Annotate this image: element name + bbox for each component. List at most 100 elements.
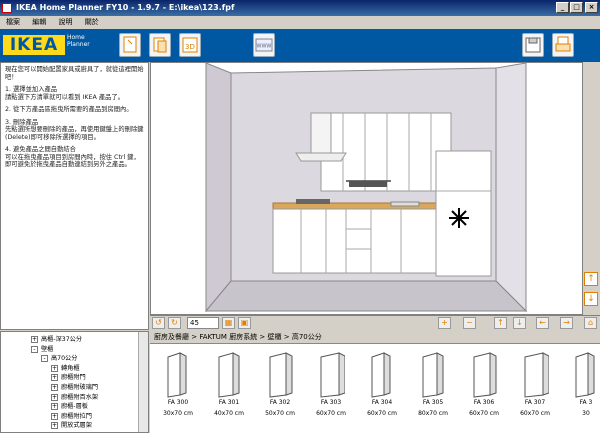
pan-down-arrow-icon[interactable]: ↓ bbox=[584, 292, 598, 306]
tree-item-label: 廚櫃附百水架 bbox=[61, 393, 99, 401]
expand-icon[interactable]: + bbox=[51, 403, 58, 411]
instructions-step-1: 1. 選擇並加入產品 請點選下方清單就可以看到 IKEA 產品了。 bbox=[5, 86, 125, 101]
floor bbox=[204, 280, 528, 312]
cooktop bbox=[296, 199, 330, 204]
product-catalog: FA 300 30x70 cm FA 301 40x70 cm FA 302 50x70 … bbox=[150, 344, 600, 433]
print-icon[interactable] bbox=[552, 33, 574, 57]
new-doc-glyph bbox=[123, 36, 137, 53]
close-button[interactable]: × bbox=[585, 2, 598, 13]
app-icon bbox=[2, 3, 12, 13]
product-item[interactable]: FA 301 40x70 cm bbox=[205, 347, 253, 433]
product-item[interactable]: FA 300 30x70 cm bbox=[154, 347, 202, 433]
product-item[interactable]: FA 307 60x70 cm bbox=[511, 347, 559, 433]
open-document-icon[interactable] bbox=[149, 33, 171, 57]
grid-icon[interactable]: ▦ bbox=[222, 317, 235, 329]
cabinet-thumbnail-icon bbox=[575, 352, 595, 398]
product-item[interactable]: FA 305 80x70 cm bbox=[409, 347, 457, 433]
home-icon[interactable]: ⌂ bbox=[584, 317, 597, 329]
expand-icon[interactable]: + bbox=[51, 374, 58, 382]
cabinet-thumbnail-icon bbox=[422, 352, 444, 398]
print-glyph bbox=[555, 36, 571, 52]
new-document-icon[interactable] bbox=[119, 33, 141, 57]
instructions-step-3: 3. 刪除產品 先點選所想要刪除的產品，再使用鍵盤上的刪除鍵(Delete)即可… bbox=[5, 118, 144, 141]
cabinet-thumbnail-icon bbox=[167, 352, 187, 398]
svg-text:WWW: WWW bbox=[257, 44, 272, 50]
kitchen-scene bbox=[204, 63, 528, 313]
product-name: FA 301 bbox=[218, 399, 240, 406]
instructions-panel: 現在您可以開始配置家具或廚具了，就從這裡開始吧！ 1. 選擇並加入產品 請點選下… bbox=[0, 62, 149, 330]
minimize-button[interactable]: _ bbox=[556, 2, 569, 13]
cabinet-thumbnail-icon bbox=[371, 352, 391, 398]
menu-bar: 檔案 編輯 說明 關於 bbox=[0, 16, 600, 29]
product-name: FA 303 bbox=[320, 399, 342, 406]
svg-text:3D: 3D bbox=[185, 43, 195, 51]
rotate-left-icon[interactable]: ↺ bbox=[152, 317, 165, 329]
expand-icon[interactable]: + bbox=[51, 393, 58, 401]
move-down-icon[interactable]: ↓ bbox=[513, 317, 526, 329]
save-glyph bbox=[525, 37, 541, 53]
web-button[interactable]: WWW bbox=[253, 33, 275, 57]
move-right-icon[interactable]: → bbox=[560, 317, 573, 329]
collapse-icon[interactable]: - bbox=[41, 355, 48, 363]
product-item[interactable]: FA 3 30 bbox=[562, 347, 600, 433]
product-name: FA 300 bbox=[167, 399, 189, 406]
product-item[interactable]: FA 302 50x70 cm bbox=[256, 347, 304, 433]
pan-up-arrow-icon[interactable]: ↑ bbox=[584, 272, 598, 286]
view-3d-button[interactable]: 3D bbox=[179, 33, 201, 57]
rotate-right-icon[interactable]: ↻ bbox=[168, 317, 181, 329]
cabinet-thumbnail-icon bbox=[320, 352, 345, 398]
sink bbox=[390, 201, 420, 207]
menu-about[interactable]: 關於 bbox=[85, 18, 99, 26]
zoom-in-icon[interactable]: + bbox=[438, 317, 451, 329]
product-name: FA 302 bbox=[269, 399, 291, 406]
cabinet-thumbnail-icon bbox=[524, 352, 549, 398]
ikea-logo: IKEA Home Planner bbox=[3, 33, 90, 57]
product-size: 60x70 cm bbox=[367, 410, 397, 417]
move-up-icon[interactable]: ↑ bbox=[494, 317, 507, 329]
scene-control-bar: ↺ ↻ ▦ ▣ + − ↑ ↓ ← → ⌂ bbox=[150, 315, 600, 330]
product-item[interactable]: FA 306 60x70 cm bbox=[460, 347, 508, 433]
product-item[interactable]: FA 303 60x70 cm bbox=[307, 347, 355, 433]
menu-help[interactable]: 說明 bbox=[58, 18, 72, 26]
expand-icon[interactable]: + bbox=[51, 364, 58, 372]
product-item[interactable]: FA 304 60x70 cm bbox=[358, 347, 406, 433]
zoom-input[interactable] bbox=[187, 317, 219, 329]
menu-edit[interactable]: 編輯 bbox=[32, 18, 46, 26]
window-title: IKEA Home Planner FY10 - 1.9.7 - E:\ikea… bbox=[16, 3, 235, 12]
instructions-intro: 現在您可以開始配置家具或廚具了，就從這裡開始吧！ bbox=[5, 66, 144, 81]
logo-text: IKEA bbox=[3, 35, 65, 55]
expand-icon[interactable]: + bbox=[51, 422, 58, 430]
tree-item-label: 廚櫃附拉門 bbox=[61, 412, 92, 420]
snowflake-icon bbox=[449, 208, 469, 228]
tree-item-label: 廚櫃-層板 bbox=[61, 403, 88, 411]
expand-icon[interactable]: + bbox=[51, 412, 58, 420]
range-hood bbox=[310, 112, 332, 154]
product-size: 50x70 cm bbox=[265, 410, 295, 417]
instructions-step-4: 4. 避免產品之間自動結合 可以在拖曳產品項目到房間內時，按住 Ctrl 鍵，即… bbox=[5, 146, 140, 168]
tree-item-label: 高櫃-深37公分 bbox=[41, 336, 83, 343]
expand-icon[interactable]: + bbox=[51, 384, 58, 391]
product-size: 60x70 cm bbox=[520, 410, 550, 417]
maximize-button[interactable]: □ bbox=[570, 2, 583, 13]
left-wall bbox=[205, 63, 232, 313]
expand-icon[interactable]: + bbox=[31, 336, 38, 343]
product-size: 30 bbox=[582, 410, 590, 417]
tree-scrollbar[interactable] bbox=[138, 332, 148, 432]
tree-item-label: 壁櫃 bbox=[41, 345, 54, 353]
logo-subtitle: Home Planner bbox=[67, 34, 90, 48]
view-icon[interactable]: ▣ bbox=[238, 317, 251, 329]
category-tree: + 高櫃-深37公分 - 壁櫃 - 高70公分 + 轉角櫃 + 廚櫃附門 + 廚櫃附玻璃門 + 廚櫃附百水… bbox=[0, 331, 149, 433]
tree-item-label: 轉角櫃 bbox=[61, 364, 80, 372]
view-3d-glyph: 3D bbox=[182, 37, 198, 53]
collapse-icon[interactable]: - bbox=[31, 345, 38, 353]
base-cabinets bbox=[272, 208, 447, 274]
move-left-icon[interactable]: ← bbox=[536, 317, 549, 329]
product-size: 80x70 cm bbox=[418, 410, 448, 417]
cabinet-thumbnail-icon bbox=[218, 352, 240, 398]
menu-file[interactable]: 檔案 bbox=[6, 18, 20, 26]
web-glyph: WWW bbox=[255, 38, 273, 52]
product-name: FA 305 bbox=[422, 399, 444, 406]
zoom-out-icon[interactable]: − bbox=[463, 317, 476, 329]
save-icon[interactable] bbox=[522, 33, 544, 57]
room-3d-view[interactable] bbox=[150, 62, 583, 315]
